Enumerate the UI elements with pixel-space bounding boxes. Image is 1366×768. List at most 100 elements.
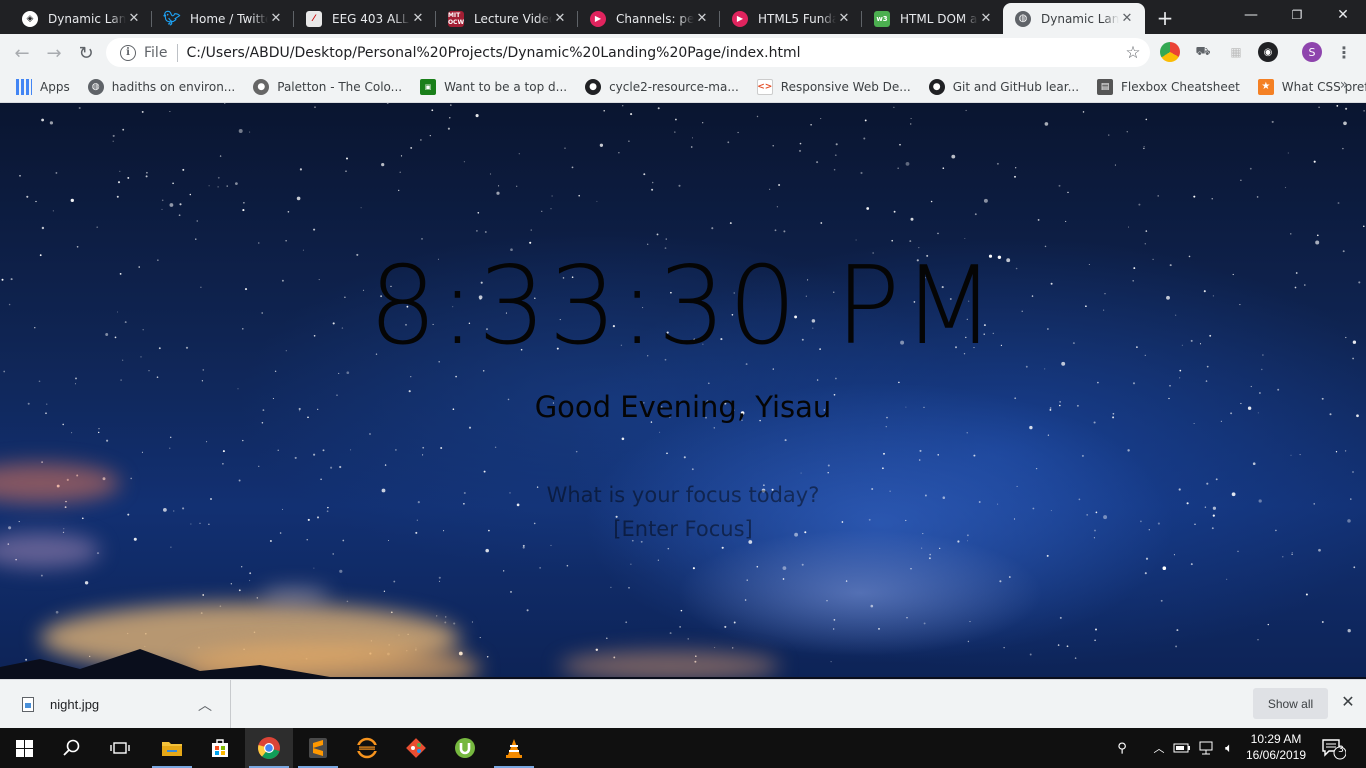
tab-title: HTML DOM addEvent [900, 11, 978, 26]
file-explorer-icon[interactable] [148, 728, 196, 768]
back-button[interactable]: ← [8, 39, 36, 67]
green-square-icon: ▣ [420, 78, 437, 95]
image-file-icon [22, 696, 34, 712]
tab-channels[interactable]: ▶ Channels: personal ✕ [578, 3, 720, 34]
vlc-icon[interactable] [490, 728, 538, 768]
bookmarks-bar: Apps ◍ hadiths on environ... ● Paletton … [0, 71, 1366, 103]
paletton-icon: ● [253, 78, 270, 95]
bookmark-star-icon[interactable]: ☆ [1116, 43, 1150, 63]
tab-eeg403[interactable]: ⁄ EEG 403 ALL PA ✕ [294, 3, 436, 34]
youtube-icon: ▶ [590, 10, 606, 27]
url-text[interactable]: C:/Users/ABDU/Desktop/Personal%20Project… [186, 45, 1116, 61]
new-tab-button[interactable]: + [1152, 5, 1178, 31]
bookmark-flexbox[interactable]: ▤ Flexbox Cheatsheet [1093, 74, 1248, 100]
forward-button[interactable]: → [40, 39, 68, 67]
download-file-name: night.jpg [50, 696, 100, 712]
close-icon[interactable]: ✕ [1119, 11, 1135, 26]
github-icon: ● [585, 78, 602, 95]
extension-icon[interactable]: ▦ [1226, 42, 1246, 62]
close-icon[interactable]: ✕ [694, 11, 710, 26]
bookmark-git-github[interactable]: ● Git and GitHub lear... [925, 74, 1087, 100]
tab-title: Dynamic Landing Page [48, 11, 126, 26]
bookmark-apps[interactable]: Apps [12, 74, 78, 100]
extension-icon[interactable] [1160, 42, 1180, 62]
code-icon: <> [756, 78, 773, 95]
chevron-up-icon[interactable]: ︿ [198, 695, 212, 715]
tab-title: HTML5 Fundamentals [758, 11, 836, 26]
tab-dynamic-landing-active[interactable]: ◍ Dynamic Landing Page ✕ [1003, 3, 1145, 34]
page-viewport: 8:33:30 PM Good Evening, Yisau What is y… [0, 103, 1366, 679]
tab-twitter[interactable]: 🐦︎ Home / Twitter ✕ [152, 3, 294, 34]
show-all-button[interactable]: Show all [1253, 688, 1328, 719]
cast-icon[interactable]: ⛟ [1193, 42, 1213, 62]
close-icon[interactable]: ✕ [410, 11, 426, 26]
download-shelf: night.jpg ︿ Show all ✕ [0, 679, 1366, 728]
address-bar[interactable]: i File C:/Users/ABDU/Desktop/Personal%20… [106, 38, 1150, 67]
github-icon: ● [928, 78, 945, 95]
tab-dynamic-landing[interactable]: ◈ Dynamic Landing Page ✕ [10, 3, 152, 34]
mountain-silhouette [0, 649, 1366, 679]
chevron-up-icon[interactable]: ︿ [1150, 728, 1168, 768]
star-icon: ★ [1257, 78, 1274, 95]
search-icon[interactable] [48, 728, 96, 768]
tab-html5-fundamentals[interactable]: ▶ HTML5 Fundamentals ✕ [720, 3, 862, 34]
chrome-icon[interactable] [245, 728, 293, 768]
clock-time-text: 10:29 AM [1250, 732, 1302, 746]
twitter-icon: 🐦︎ [163, 10, 181, 27]
greeting-text: Good Evening, Yisau [534, 390, 832, 424]
profile-avatar[interactable]: S [1302, 42, 1322, 62]
bookmark-cycle2[interactable]: ● cycle2-resource-ma... [581, 74, 747, 100]
people-icon[interactable]: ⚲ [1112, 728, 1132, 768]
bookmark-paletton[interactable]: ● Paletton - The Colo... [249, 74, 410, 100]
network-icon[interactable] [1196, 728, 1216, 768]
sublime-text-icon[interactable] [294, 728, 342, 768]
utorrent-icon[interactable] [441, 728, 489, 768]
tab-html-dom[interactable]: w3 HTML DOM addEvent ✕ [862, 3, 1004, 34]
tab-title: EEG 403 ALL PA [332, 11, 410, 26]
info-icon[interactable]: i [120, 44, 136, 61]
close-icon[interactable]: ✕ [836, 11, 852, 26]
clock-date-text: 16/06/2019 [1245, 748, 1307, 762]
chrome-extension-icon[interactable]: ◉ [1258, 42, 1278, 62]
battery-icon[interactable] [1172, 728, 1192, 768]
task-view-icon[interactable] [96, 728, 144, 768]
bookmark-responsive-web[interactable]: <> Responsive Web De... [753, 74, 919, 100]
w3schools-icon: w3 [874, 10, 890, 27]
doc-icon: ⁄ [306, 10, 322, 27]
close-icon[interactable]: ✕ [1337, 692, 1359, 714]
tab-title: Home / Twitter [190, 11, 268, 26]
action-center-icon[interactable]: 3 [1320, 736, 1348, 762]
close-icon[interactable]: ✕ [126, 11, 142, 26]
close-icon[interactable]: ✕ [978, 11, 994, 26]
more-menu-icon[interactable]: ⋮ [1334, 42, 1354, 62]
maximize-button[interactable]: ❐ [1274, 0, 1320, 30]
eclipse-icon[interactable] [343, 728, 391, 768]
tab-lecture-videos[interactable]: MITOCW Lecture Videos ✕ [436, 3, 578, 34]
bookmark-hadiths[interactable]: ◍ hadiths on environ... [84, 74, 244, 100]
minimize-button[interactable]: — [1228, 0, 1274, 30]
browser-toolbar: ← → ↻ i File C:/Users/ABDU/Desktop/Perso… [0, 34, 1366, 71]
cloud [260, 588, 330, 602]
download-item[interactable]: night.jpg ︿ [0, 680, 231, 728]
notification-count: 3 [1338, 745, 1344, 755]
youtube-icon: ▶ [732, 10, 748, 27]
focus-input[interactable]: [Enter Focus] [583, 517, 783, 541]
close-window-button[interactable]: ✕ [1320, 0, 1366, 30]
windows-start-icon[interactable] [0, 728, 48, 768]
windows-taskbar: ⚲ ︿ 🔈︎ 10:29 AM 16/06/2019 3 [0, 728, 1366, 768]
reload-button[interactable]: ↻ [72, 39, 100, 67]
tab-title: Dynamic Landing Page [1041, 11, 1119, 26]
tab-title: Channels: personal [616, 11, 694, 26]
globe-icon: ◍ [1015, 10, 1031, 27]
bookmark-top-developer[interactable]: ▣ Want to be a top d... [416, 74, 575, 100]
chevron-right-icon[interactable]: » [1334, 77, 1354, 93]
close-icon[interactable]: ✕ [552, 11, 568, 26]
image-icon: ▤ [1097, 78, 1114, 95]
system-clock[interactable]: 10:29 AM 16/06/2019 [1238, 731, 1314, 763]
store-icon[interactable] [196, 728, 244, 768]
url-scheme: File [144, 44, 168, 61]
mit-ocw-icon: MIT OCW [447, 10, 465, 27]
git-icon[interactable] [392, 728, 440, 768]
close-icon[interactable]: ✕ [268, 11, 284, 26]
volume-icon[interactable]: 🔈︎ [1220, 728, 1238, 768]
